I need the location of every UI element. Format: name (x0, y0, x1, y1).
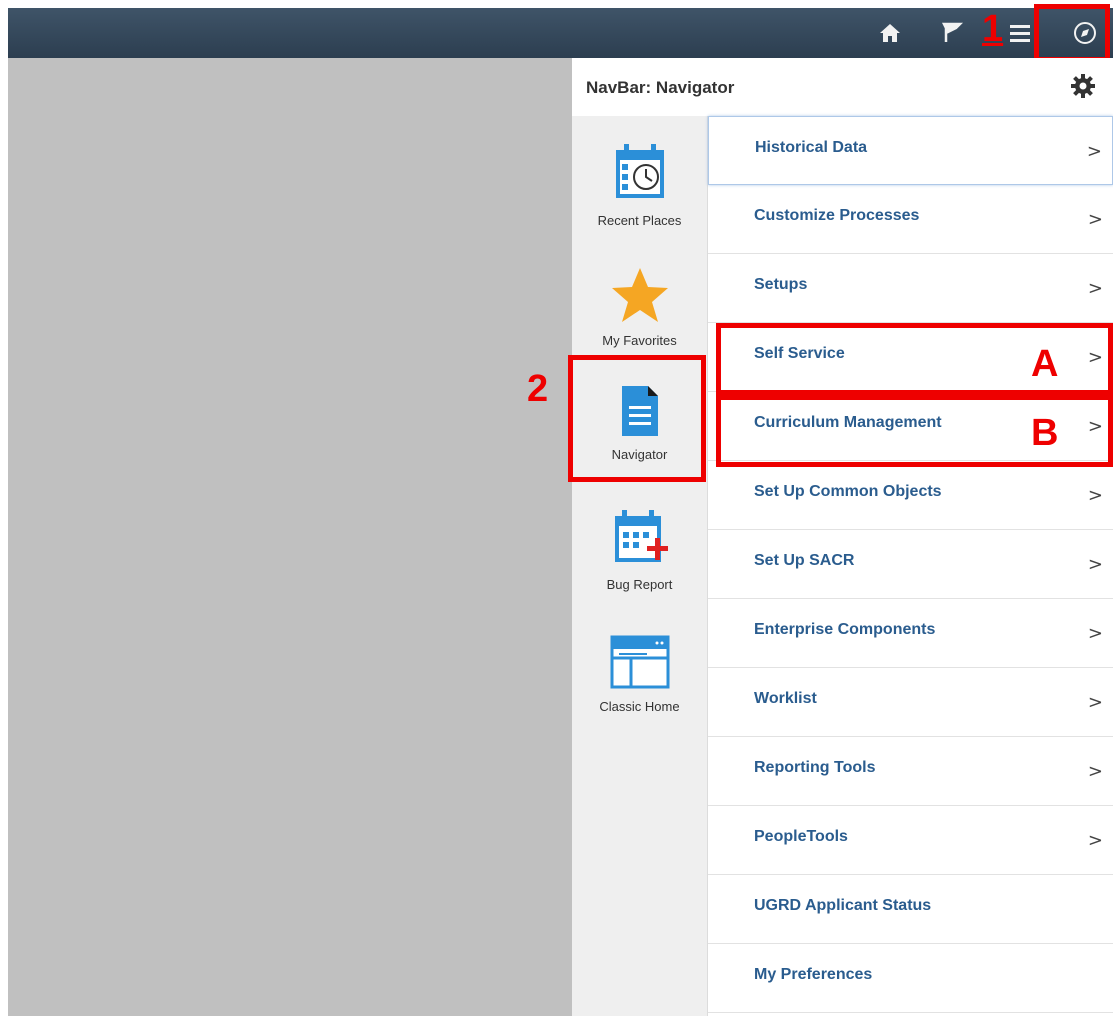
side-item-label: My Favorites (602, 333, 677, 348)
menu-item-set-up-sacr[interactable]: Set Up SACR > (708, 530, 1113, 599)
menu-item-label: My Preferences (754, 966, 873, 983)
annotation-label-a: A (1031, 343, 1059, 385)
recent-places-icon (610, 144, 670, 208)
menu-item-label: Set Up Common Objects (754, 483, 942, 500)
panel-title: NavBar: Navigator (586, 78, 735, 97)
menu-icon[interactable] (1003, 16, 1037, 50)
menu-item-ugrd-applicant-status[interactable]: UGRD Applicant Status (708, 875, 1113, 944)
annotation-box-2 (568, 355, 706, 482)
menu-item-label: Historical Data (755, 139, 868, 156)
menu-item-customize-processes[interactable]: Customize Processes > (708, 185, 1113, 254)
chevron-right-icon: > (1087, 623, 1103, 644)
chevron-right-icon: > (1087, 485, 1103, 506)
annotation-label-2: 2 (527, 368, 549, 410)
star-icon (610, 268, 670, 328)
chevron-right-icon: > (1087, 209, 1103, 230)
home-icon[interactable] (873, 16, 907, 50)
gear-icon[interactable] (1069, 72, 1097, 100)
menu-item-label: UGRD Applicant Status (754, 897, 932, 914)
chevron-right-icon: > (1086, 141, 1102, 162)
menu-item-set-up-common-objects[interactable]: Set Up Common Objects > (708, 461, 1113, 530)
side-item-bug-report[interactable]: Bug Report (572, 508, 707, 592)
menu-item-peopletools[interactable]: PeopleTools > (708, 806, 1113, 875)
menu-item-enterprise-components[interactable]: Enterprise Components > (708, 599, 1113, 668)
chevron-right-icon: > (1087, 692, 1103, 713)
menu-item-reporting-tools[interactable]: Reporting Tools > (708, 737, 1113, 806)
navigator-panel: NavBar: Navigator Recent Places My Favor… (572, 58, 1113, 1016)
classic-home-icon (609, 635, 671, 694)
menu-item-label: Enterprise Components (754, 621, 936, 638)
chevron-right-icon: > (1087, 761, 1103, 782)
chevron-right-icon: > (1087, 278, 1103, 299)
menu-item-worklist[interactable]: Worklist > (708, 668, 1113, 737)
menu-item-label: Worklist (754, 690, 817, 707)
navbar-side-column: Recent Places My Favorites Navigator Bug… (572, 116, 708, 1016)
side-item-label: Bug Report (606, 577, 673, 592)
side-item-classic-home[interactable]: Classic Home (572, 634, 707, 714)
side-item-my-favorites[interactable]: My Favorites (572, 266, 707, 348)
chevron-right-icon: > (1087, 554, 1103, 575)
panel-header: NavBar: Navigator (572, 58, 1113, 117)
menu-item-setups[interactable]: Setups > (708, 254, 1113, 323)
annotation-box-1 (1034, 4, 1110, 62)
menu-item-label: Setups (754, 276, 808, 293)
side-item-label: Recent Places (597, 213, 682, 228)
menu-item-my-preferences[interactable]: My Preferences (708, 944, 1113, 1013)
menu-item-label: Set Up SACR (754, 552, 855, 569)
menu-item-historical-data[interactable]: Historical Data > (708, 116, 1113, 185)
bug-report-icon (609, 510, 671, 572)
menu-item-label: Reporting Tools (754, 759, 876, 776)
side-item-label: Classic Home (599, 699, 680, 714)
menu-item-label: PeopleTools (754, 828, 848, 845)
side-item-recent-places[interactable]: Recent Places (572, 142, 707, 228)
top-navbar (8, 8, 1113, 58)
navigator-menu-list: Historical Data > Customize Processes > … (708, 116, 1113, 1016)
menu-item-label: Customize Processes (754, 207, 920, 224)
annotation-label-1: 1 (982, 8, 1004, 50)
chevron-right-icon: > (1087, 830, 1103, 851)
annotation-label-b: B (1031, 412, 1059, 454)
flag-icon[interactable] (936, 16, 970, 50)
page-background (8, 58, 572, 1016)
